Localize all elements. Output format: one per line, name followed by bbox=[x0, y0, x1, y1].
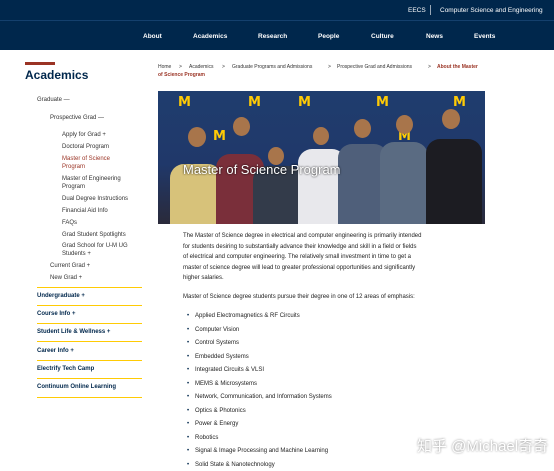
nav-news[interactable]: News bbox=[426, 33, 443, 40]
person-head bbox=[442, 109, 460, 129]
block-m-logo: M bbox=[213, 129, 226, 144]
breadcrumb-separator: > bbox=[222, 64, 225, 70]
eecs-link[interactable]: EECS bbox=[408, 7, 426, 14]
list-item: Embedded Systems bbox=[187, 354, 249, 360]
sidebar-item-dual-degree[interactable]: Dual Degree Instructions bbox=[62, 196, 128, 202]
sidebar-item-new-grad[interactable]: New Grad + bbox=[50, 275, 82, 281]
intro-line: for students desiring to substantially a… bbox=[183, 243, 417, 250]
breadcrumb-separator: > bbox=[179, 64, 182, 70]
block-m-logo: M bbox=[376, 95, 389, 110]
block-m-logo: M bbox=[298, 95, 311, 110]
divider bbox=[430, 5, 431, 15]
divider bbox=[37, 360, 142, 361]
list-item: Control Systems bbox=[187, 340, 239, 346]
watermark: 知乎 @Michael奇奇 bbox=[417, 438, 549, 455]
intro-line: master of science degree will lead to gr… bbox=[183, 264, 416, 271]
sidebar-item-career-info[interactable]: Career Info + bbox=[37, 348, 74, 354]
breadcrumb-separator: > bbox=[428, 64, 431, 70]
divider bbox=[37, 323, 142, 324]
person-head bbox=[313, 127, 329, 145]
sidebar-item-ms[interactable]: Master of Science bbox=[62, 156, 110, 162]
list-item: Integrated Circuits & VLSI bbox=[187, 367, 264, 373]
divider bbox=[37, 378, 142, 379]
breadcrumb-current: About the Master bbox=[437, 64, 478, 70]
intro-paragraph: The Master of Science degree in electric… bbox=[183, 231, 468, 284]
list-item: Power & Energy bbox=[187, 421, 238, 427]
person-head bbox=[396, 115, 413, 134]
breadcrumb-academics[interactable]: Academics bbox=[189, 64, 213, 70]
sidebar-item-tech-camp[interactable]: Electrify Tech Camp bbox=[37, 366, 94, 372]
sidebar-item-continuum[interactable]: Continuum Online Learning bbox=[37, 384, 116, 390]
block-m-logo: M bbox=[453, 95, 466, 110]
person-head bbox=[233, 117, 250, 136]
list-item: Robotics bbox=[187, 435, 218, 441]
list-item: Applied Electromagnetics & RF Circuits bbox=[187, 313, 300, 319]
hero-title: Master of Science Program bbox=[183, 162, 341, 177]
breadcrumb-prospective[interactable]: Prospective Grad and Admissions bbox=[337, 64, 412, 70]
sidebar-item-apply[interactable]: Apply for Grad + bbox=[62, 132, 106, 138]
sidebar-item-meng[interactable]: Master of Engineering bbox=[62, 176, 121, 182]
intro-line: of electrical and computer engineering. … bbox=[183, 254, 412, 261]
sidebar-title: Academics bbox=[25, 68, 89, 82]
sidebar-item-grad-school-ug[interactable]: Grad School for U-M UG bbox=[62, 243, 128, 249]
sidebar-item-current-grad[interactable]: Current Grad + bbox=[50, 263, 90, 269]
sidebar-item-prospective-grad[interactable]: Prospective Grad — bbox=[50, 115, 104, 121]
divider bbox=[37, 305, 142, 306]
person-head bbox=[354, 119, 371, 138]
list-item: Computer Vision bbox=[187, 327, 239, 333]
sidebar-item-grad-school-ug-line2[interactable]: Students + bbox=[62, 251, 91, 257]
nav-research[interactable]: Research bbox=[258, 33, 287, 40]
block-m-logo: M bbox=[178, 95, 191, 110]
hero-image: M M M M M M M bbox=[158, 91, 485, 224]
sidebar-item-faqs[interactable]: FAQs bbox=[62, 220, 77, 226]
divider bbox=[37, 287, 142, 288]
intro-line: higher salaries. bbox=[183, 275, 224, 282]
breadcrumb-home[interactable]: Home bbox=[158, 64, 171, 70]
list-item: Solid State & Nanotechnology bbox=[187, 462, 275, 468]
sidebar-item-financial-aid[interactable]: Financial Aid Info bbox=[62, 208, 108, 214]
nav-academics[interactable]: Academics bbox=[193, 33, 227, 40]
divider bbox=[37, 397, 142, 398]
block-m-logo: M bbox=[248, 95, 261, 110]
sidebar-item-doctoral[interactable]: Doctoral Program bbox=[62, 144, 109, 150]
sidebar-item-meng-line2[interactable]: Program bbox=[62, 184, 85, 190]
sidebar-item-graduate[interactable]: Graduate — bbox=[37, 97, 70, 103]
sidebar-item-student-life[interactable]: Student Life & Wellness + bbox=[37, 329, 110, 335]
breadcrumb-grad-programs[interactable]: Graduate Programs and Admissions bbox=[232, 64, 312, 70]
main-nav: About Academics Research People Culture … bbox=[0, 20, 554, 50]
breadcrumb-current-line2: of Science Program bbox=[158, 72, 205, 78]
person bbox=[380, 142, 428, 224]
breadcrumb-separator: > bbox=[328, 64, 331, 70]
cse-link[interactable]: Computer Science and Engineering bbox=[440, 7, 543, 14]
list-item: MEMS & Microsystems bbox=[187, 381, 257, 387]
sidebar-item-course-info[interactable]: Course Info + bbox=[37, 311, 76, 317]
list-item: Signal & Image Processing and Machine Le… bbox=[187, 448, 328, 454]
areas-intro: Master of Science degree students pursue… bbox=[183, 294, 415, 300]
list-item: Network, Communication, and Information … bbox=[187, 394, 332, 400]
title-accent bbox=[25, 62, 55, 65]
nav-events[interactable]: Events bbox=[474, 33, 495, 40]
nav-about[interactable]: About bbox=[143, 33, 162, 40]
list-item: Optics & Photonics bbox=[187, 408, 246, 414]
sidebar-item-undergraduate[interactable]: Undergraduate + bbox=[37, 293, 85, 299]
sidebar-item-ms-line2[interactable]: Program bbox=[62, 164, 85, 170]
divider bbox=[37, 341, 142, 342]
sidebar-item-spotlights[interactable]: Grad Student Spotlights bbox=[62, 232, 126, 238]
person bbox=[426, 139, 482, 224]
utility-bar: EECS Computer Science and Engineering bbox=[0, 0, 554, 20]
intro-line: The Master of Science degree in electric… bbox=[183, 233, 422, 239]
nav-culture[interactable]: Culture bbox=[371, 33, 394, 40]
person-head bbox=[188, 127, 206, 147]
nav-people[interactable]: People bbox=[318, 33, 339, 40]
